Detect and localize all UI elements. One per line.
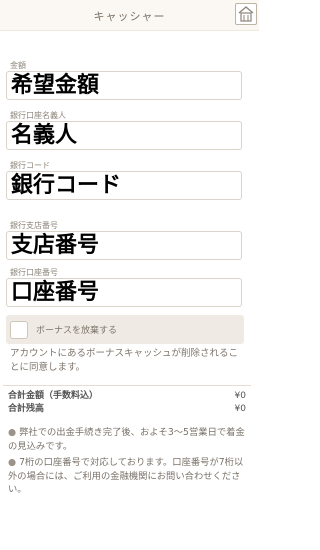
forfeit-bonus-checkbox[interactable] [10, 320, 28, 339]
account-holder-field-group: 銀行口座名義人 名義人 [6, 111, 246, 150]
home-icon [238, 6, 254, 22]
bullet-icon: ● [8, 427, 17, 438]
notes-section: ● 弊社での出金手続き完了後、およそ3～5営業日で着金の見込みです。 ● 7桁の… [6, 426, 248, 497]
account-number-input[interactable]: 口座番号 [6, 278, 242, 307]
bank-code-input[interactable]: 銀行コード [6, 171, 242, 200]
note-item: ● 7桁の口座番号で対応しております。口座番号が7桁以外の場合には、ご利用の金融… [8, 456, 248, 497]
forfeit-bonus-row[interactable]: ボーナスを放棄する [6, 315, 244, 344]
total-amount-label: 合計金額（手数料込） [8, 391, 99, 401]
branch-number-input[interactable]: 支店番号 [6, 231, 242, 260]
note-text: 弊社での出金手続き完了後、およそ3～5営業日で着金の見込みです。 [8, 427, 245, 452]
note-text: 7桁の口座番号で対応しております。口座番号が7桁以外の場合には、ご利用の金融機関… [8, 457, 244, 495]
total-balance-row: 合計残高 ¥0 [6, 403, 246, 416]
amount-label: 金額 [10, 61, 26, 70]
branch-number-label: 銀行支店番号 [10, 221, 58, 230]
account-holder-input[interactable]: 名義人 [6, 121, 242, 150]
total-amount-value: ¥0 [234, 391, 246, 401]
home-button[interactable] [235, 3, 257, 25]
account-number-label: 銀行口座番号 [10, 268, 58, 277]
total-balance-value: ¥0 [234, 404, 246, 414]
account-number-field-group: 銀行口座番号 口座番号 [6, 268, 246, 307]
account-holder-label: 銀行口座名義人 [10, 111, 66, 120]
bullet-icon: ● [8, 457, 17, 468]
total-balance-label: 合計残高 [8, 404, 45, 414]
bank-code-label: 銀行コード [10, 161, 50, 170]
bank-code-field-group: 銀行コード 銀行コード [6, 161, 246, 200]
bonus-consent-note: アカウントにあるボーナスキャッシュが削除されることに同意します。 [10, 348, 239, 373]
branch-number-field-group: 銀行支店番号 支店番号 [6, 221, 246, 260]
divider [3, 385, 251, 386]
total-amount-row: 合計金額（手数料込） ¥0 [6, 390, 246, 403]
forfeit-bonus-label: ボーナスを放棄する [36, 326, 118, 336]
withdrawal-form: 金額 希望金額 銀行口座名義人 名義人 銀行コード 銀行コード 銀行支店番号 支… [0, 31, 259, 497]
amount-field-group: 金額 希望金額 [6, 61, 246, 100]
header-bar: キャッシャー [0, 0, 259, 31]
amount-input[interactable]: 希望金額 [6, 71, 242, 100]
note-item: ● 弊社での出金手続き完了後、およそ3～5営業日で着金の見込みです。 [8, 426, 248, 453]
page-title: キャッシャー [93, 10, 166, 23]
totals-section: 合計金額（手数料込） ¥0 合計残高 ¥0 [6, 390, 246, 416]
